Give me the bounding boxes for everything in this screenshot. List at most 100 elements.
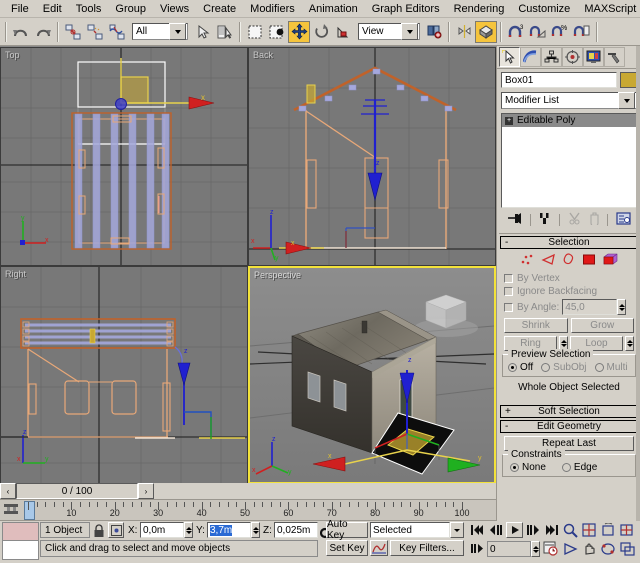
field-of-view-icon[interactable] (563, 542, 578, 559)
zoom-extents-icon[interactable] (601, 523, 616, 541)
go-to-end-icon[interactable] (545, 524, 559, 539)
material-drop-slot[interactable] (2, 522, 39, 541)
next-frame-icon[interactable] (526, 524, 540, 539)
create-tab-icon[interactable] (499, 47, 520, 67)
edit-geometry-rollout-header[interactable]: - Edit Geometry (500, 420, 638, 433)
reference-coordinate-system-combo[interactable]: View (358, 23, 420, 40)
rectangular-selection-region-icon[interactable] (244, 21, 266, 43)
modifier-stack-item-editable-poly[interactable]: + Editable Poly (502, 114, 636, 127)
chevron-down-icon[interactable] (169, 23, 186, 40)
use-pivot-point-center-icon[interactable] (423, 21, 445, 43)
vertex-subobject-icon[interactable] (520, 253, 534, 269)
select-by-name-icon[interactable] (214, 21, 236, 43)
open-mini-curve-editor-icon[interactable] (3, 502, 19, 520)
selection-set-chevron-down-icon[interactable] (450, 522, 464, 538)
current-frame-spinner[interactable] (531, 541, 540, 557)
chevron-down-icon[interactable] (618, 92, 635, 109)
object-name-input[interactable]: Box01 (501, 72, 617, 88)
auto-key-button[interactable]: Auto Key (326, 522, 368, 538)
pin-stack-icon[interactable] (507, 212, 522, 228)
y-coord-input[interactable]: 3,7m (207, 522, 251, 538)
select-object-icon[interactable] (192, 21, 214, 43)
menu-file[interactable]: File (4, 1, 36, 17)
menu-views[interactable]: Views (153, 1, 196, 17)
viewport-back[interactable]: z x x z y Back (248, 47, 496, 266)
rollout-expander[interactable]: - (505, 421, 508, 432)
edge-subobject-icon[interactable] (541, 253, 556, 269)
previous-frame-icon[interactable] (489, 524, 503, 539)
configure-modifier-sets-icon[interactable] (616, 212, 631, 228)
selection-set-combo[interactable]: Selected (370, 522, 450, 538)
snaps-toggle-3d-icon[interactable]: 3 (505, 21, 527, 43)
ignore-backfacing-checkbox[interactable]: Ignore Backfacing (504, 286, 638, 297)
by-angle-checkbox[interactable]: By Angle: 45,0 (504, 299, 638, 315)
spinner-snap-toggle-icon[interactable] (571, 21, 593, 43)
preview-multi-radio[interactable]: Multi (595, 362, 628, 373)
constraint-none-radio[interactable]: None (510, 462, 546, 473)
menu-group[interactable]: Group (108, 1, 153, 17)
zoom-icon[interactable] (563, 523, 578, 541)
go-to-start-icon[interactable] (470, 524, 484, 539)
time-configuration-icon[interactable] (543, 541, 558, 559)
menu-graph-editors[interactable]: Graph Editors (365, 1, 447, 17)
zoom-all-icon[interactable] (582, 523, 597, 541)
current-time-display[interactable]: 0 / 100 (16, 483, 138, 499)
expand-modifier-icon[interactable]: + (505, 117, 513, 125)
absolute-relative-transform-toggle-icon[interactable] (108, 522, 124, 538)
current-frame-input[interactable]: 0 (487, 541, 531, 557)
viewport-perspective[interactable]: z x y z x y Perspective (248, 266, 496, 484)
hierarchy-tab-icon[interactable] (541, 47, 562, 67)
checkbox-icon[interactable] (504, 287, 513, 296)
rollout-expander[interactable]: + (505, 406, 511, 417)
menu-modifiers[interactable]: Modifiers (243, 1, 302, 17)
set-key-curve-icon[interactable] (370, 540, 388, 556)
bind-to-space-warp-icon[interactable] (106, 21, 128, 43)
selection-filter-combo[interactable]: All (132, 23, 188, 40)
select-and-move-icon[interactable] (288, 21, 310, 43)
zoom-extents-all-icon[interactable] (620, 523, 635, 541)
material-drop-slot-lower[interactable] (2, 540, 39, 560)
next-time-button[interactable]: › (138, 483, 154, 499)
menu-rendering[interactable]: Rendering (447, 1, 512, 17)
command-panel-scrollbar[interactable] (636, 46, 640, 521)
percent-snap-toggle-icon[interactable]: % (549, 21, 571, 43)
select-and-uniform-scale-icon[interactable] (332, 21, 354, 43)
align-icon[interactable] (475, 21, 497, 43)
prev-time-button[interactable]: ‹ (0, 483, 16, 499)
rollout-expander[interactable]: - (505, 237, 508, 248)
loop-spinner[interactable] (625, 336, 634, 351)
redo-button[interactable] (32, 21, 54, 43)
maximize-viewport-toggle-icon[interactable] (620, 542, 635, 559)
motion-tab-icon[interactable] (562, 47, 583, 67)
modify-tab-icon[interactable] (520, 47, 541, 67)
z-coord-input[interactable]: 0,025m (274, 522, 318, 538)
border-subobject-icon[interactable] (563, 253, 575, 269)
by-vertex-checkbox[interactable]: By Vertex (504, 273, 638, 284)
select-and-rotate-icon[interactable] (310, 21, 332, 43)
menu-create[interactable]: Create (196, 1, 243, 17)
window-crossing-icon[interactable] (266, 21, 288, 43)
radio-icon[interactable] (541, 363, 550, 372)
viewport-top[interactable]: x x y Top (0, 47, 248, 266)
y-coord-spinner[interactable] (251, 522, 260, 538)
radio-icon[interactable] (562, 463, 571, 472)
utilities-tab-icon[interactable] (604, 47, 625, 67)
show-end-result-icon[interactable] (538, 212, 551, 228)
soft-selection-rollout-header[interactable]: + Soft Selection (500, 405, 638, 418)
key-filters-button[interactable]: Key Filters... (390, 540, 464, 556)
make-unique-icon[interactable] (568, 212, 581, 228)
preview-subobj-radio[interactable]: SubObj (541, 362, 586, 373)
menu-edit[interactable]: Edit (36, 1, 69, 17)
remove-modifier-icon[interactable] (589, 212, 600, 228)
select-and-link-icon[interactable] (62, 21, 84, 43)
chevron-down-icon[interactable] (401, 23, 418, 40)
preview-off-radio[interactable]: Off (508, 362, 533, 373)
element-subobject-icon[interactable] (603, 253, 618, 269)
modifier-list-combo[interactable]: Modifier List (501, 92, 637, 109)
display-tab-icon[interactable] (583, 47, 604, 67)
selection-rollout-header[interactable]: - Selection (500, 236, 638, 249)
checkbox-icon[interactable] (504, 274, 513, 283)
radio-icon[interactable] (510, 463, 519, 472)
angle-snap-toggle-icon[interactable] (527, 21, 549, 43)
unlink-selection-icon[interactable] (84, 21, 106, 43)
